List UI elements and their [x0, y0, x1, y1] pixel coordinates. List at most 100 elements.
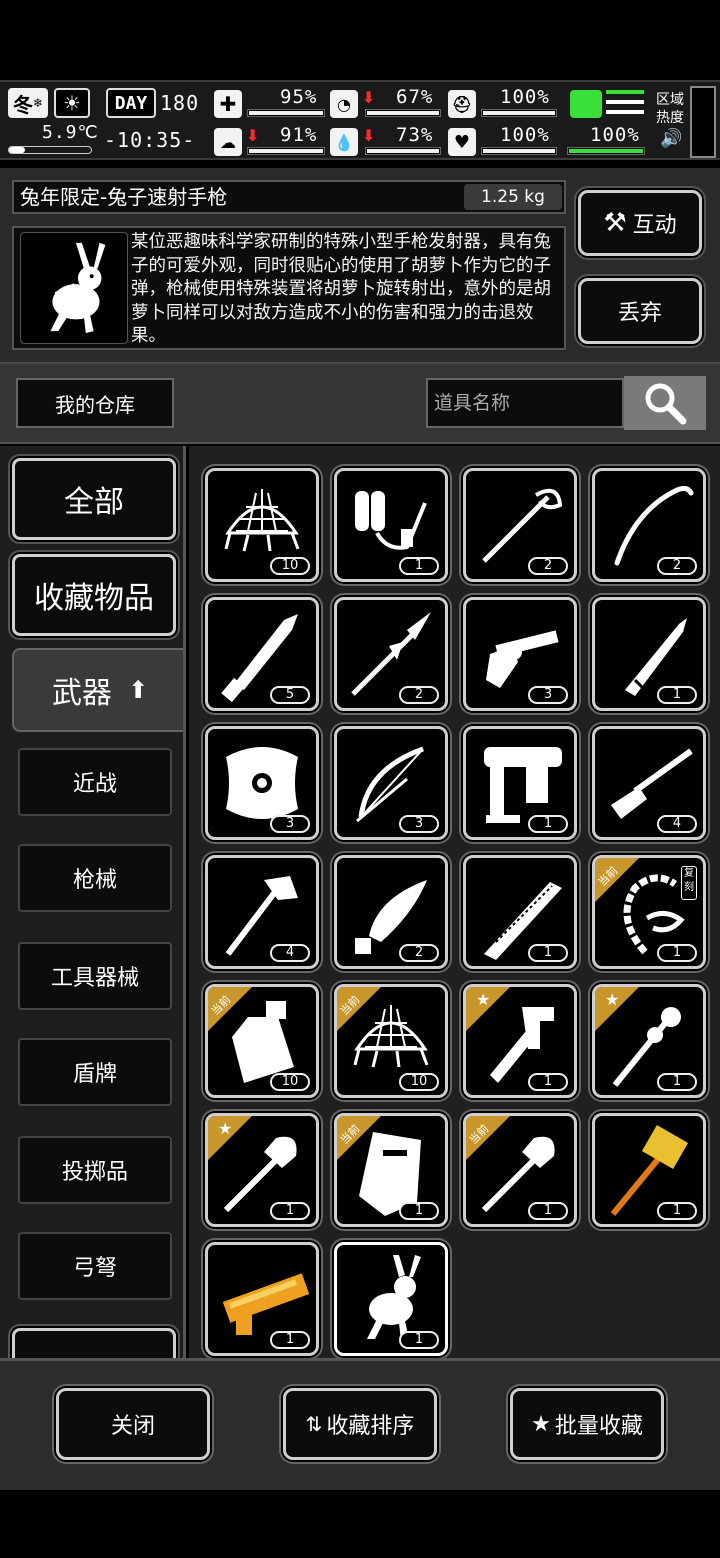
category-throwables[interactable]: 投掷品 — [18, 1136, 172, 1204]
inventory-slot[interactable]: 3 — [334, 726, 448, 840]
thermometer-bar — [8, 146, 92, 154]
speaker-icon[interactable]: 🔊 — [660, 128, 682, 149]
mental-bar — [247, 147, 325, 155]
stamina-line-2 — [606, 100, 644, 104]
batch-favorite-button[interactable]: ★ 批量收藏 — [510, 1388, 664, 1460]
inventory-slot[interactable]: 1 当前 复刻 — [592, 855, 706, 969]
interact-button[interactable]: ⚒ 互动 — [578, 190, 702, 256]
category-shields[interactable]: 盾牌 — [18, 1038, 172, 1106]
stamina-bar — [567, 147, 645, 155]
category-favorites[interactable]: 收藏物品 — [12, 554, 176, 636]
current-badge: 当前 — [337, 1116, 385, 1164]
quantity-badge: 10 — [270, 557, 310, 575]
quantity-badge: 1 — [528, 1073, 568, 1091]
quantity-badge: 1 — [657, 944, 697, 962]
hunger-down-arrow: ⬇ — [362, 88, 376, 107]
discard-button[interactable]: 丢弃 — [578, 278, 702, 344]
stamina-line-3 — [606, 110, 644, 114]
inventory-slot[interactable]: 3 — [463, 597, 577, 711]
inventory-slot[interactable]: 4 — [592, 726, 706, 840]
inventory-slot[interactable]: 2 — [463, 468, 577, 582]
stomach-icon: ◔ — [330, 90, 358, 118]
current-badge: 当前 — [595, 858, 643, 906]
item-description: 某位恶趣味科学家研制的特殊小型手枪发射器，具有兔子的可爱外观，同时很贴心的使用了… — [131, 232, 551, 346]
close-label: 关闭 — [110, 1414, 155, 1439]
quantity-badge: 1 — [528, 815, 568, 833]
thirst-value: 73% — [396, 124, 434, 146]
day-label: DAY — [106, 88, 156, 118]
close-button[interactable]: 关闭 — [56, 1388, 210, 1460]
svg-text:★: ★ — [605, 990, 619, 1009]
quantity-badge: 3 — [399, 815, 439, 833]
inventory-slot[interactable]: 2 — [334, 855, 448, 969]
screen: 冬 ❄ ☀ 5.9℃ DAY 180 -10:35- ✚ 95% ◔ ⬇ 67% … — [0, 0, 720, 1558]
category-weapons[interactable]: 武器 ⬆ — [12, 648, 183, 732]
inventory-slot[interactable]: 3 — [205, 726, 319, 840]
quantity-badge: 5 — [270, 686, 310, 704]
inventory-slot[interactable]: 4 — [205, 855, 319, 969]
batch-label: 批量收藏 — [554, 1414, 643, 1439]
boot-icon — [570, 90, 602, 118]
status-bar: 冬 ❄ ☀ 5.9℃ DAY 180 -10:35- ✚ 95% ◔ ⬇ 67% … — [0, 80, 720, 160]
category-sidebar: 全部 收藏物品 武器 ⬆ 近战 枪械 工具器械 盾牌 投掷品 弓弩 防具 — [0, 446, 186, 1358]
stamina-value: 100% — [590, 124, 640, 146]
quantity-badge: 3 — [528, 686, 568, 704]
search-input[interactable]: 道具名称 — [426, 378, 624, 428]
category-weapons-label: 武器 — [51, 676, 112, 711]
category-melee[interactable]: 近战 — [18, 748, 172, 816]
inventory-slot[interactable]: 2 — [592, 468, 706, 582]
sort-favorites-button[interactable]: ⇅ 收藏排序 — [283, 1388, 437, 1460]
rabbit-gun-icon — [20, 232, 128, 344]
inventory-slot[interactable]: 1 当前 — [463, 1113, 577, 1227]
category-guns[interactable]: 枪械 — [18, 844, 172, 912]
search-button[interactable] — [624, 376, 706, 430]
sun-icon: ☀ — [54, 88, 90, 118]
category-tools[interactable]: 工具器械 — [18, 942, 172, 1010]
inventory-slot[interactable]: 1 ★ — [592, 984, 706, 1098]
my-storage-tab[interactable]: 我的仓库 — [16, 378, 174, 428]
inventory-slot[interactable]: 1 — [205, 1242, 319, 1356]
svg-text:★: ★ — [476, 990, 490, 1009]
inventory-slot[interactable]: 10 当前 — [205, 984, 319, 1098]
inventory-slot[interactable]: 1 — [592, 1113, 706, 1227]
heart-icon: ♥ — [448, 128, 476, 156]
water-drop-icon: 💧 — [330, 128, 358, 156]
inventory-slot[interactable]: 1 当前 — [334, 1113, 448, 1227]
arrow-up-icon: ⬆ — [127, 676, 149, 704]
quantity-badge: 4 — [657, 815, 697, 833]
hammer-icon: ⚒ — [603, 208, 627, 238]
inventory-slot[interactable]: 1 — [592, 597, 706, 711]
quantity-badge: 1 — [528, 1202, 568, 1220]
inventory-slot[interactable]: 1 ★ — [463, 984, 577, 1098]
area-heat-meter — [690, 86, 716, 158]
inventory-slot[interactable]: 2 — [334, 597, 448, 711]
heart-bar — [481, 147, 557, 155]
quantity-badge: 1 — [657, 1073, 697, 1091]
season-badge: 冬 ❄ — [8, 88, 48, 118]
category-bows[interactable]: 弓弩 — [18, 1232, 172, 1300]
quantity-badge: 1 — [270, 1331, 310, 1349]
inventory-slot[interactable]: 1 — [334, 468, 448, 582]
inventory-slot[interactable]: 1 ★ — [205, 1113, 319, 1227]
category-all[interactable]: 全部 — [12, 458, 176, 540]
item-weight: 1.25 kg — [464, 184, 562, 210]
inventory-slot[interactable]: 5 — [205, 597, 319, 711]
category-armor[interactable]: 防具 — [12, 1328, 176, 1358]
quantity-badge: 1 — [528, 944, 568, 962]
favorite-star-badge: ★ — [208, 1116, 256, 1164]
stamina-line-1 — [606, 90, 644, 94]
quantity-badge: 2 — [399, 944, 439, 962]
current-badge: 当前 — [466, 1116, 514, 1164]
armor-value: 100% — [500, 86, 550, 108]
inventory-slot[interactable]: 1 — [463, 726, 577, 840]
area-heat-label-2: 热度 — [656, 110, 684, 126]
inventory-slot[interactable]: 1 — [334, 1242, 448, 1356]
current-badge: 当前 — [337, 987, 385, 1035]
inventory-slot[interactable]: 10 — [205, 468, 319, 582]
inventory-slot[interactable]: 1 — [463, 855, 577, 969]
clock: -10:35- — [104, 128, 196, 152]
heart-value: 100% — [500, 124, 550, 146]
replica-badge: 复刻 — [681, 866, 697, 900]
sort-label: 收藏排序 — [326, 1414, 415, 1439]
inventory-slot[interactable]: 10 当前 — [334, 984, 448, 1098]
